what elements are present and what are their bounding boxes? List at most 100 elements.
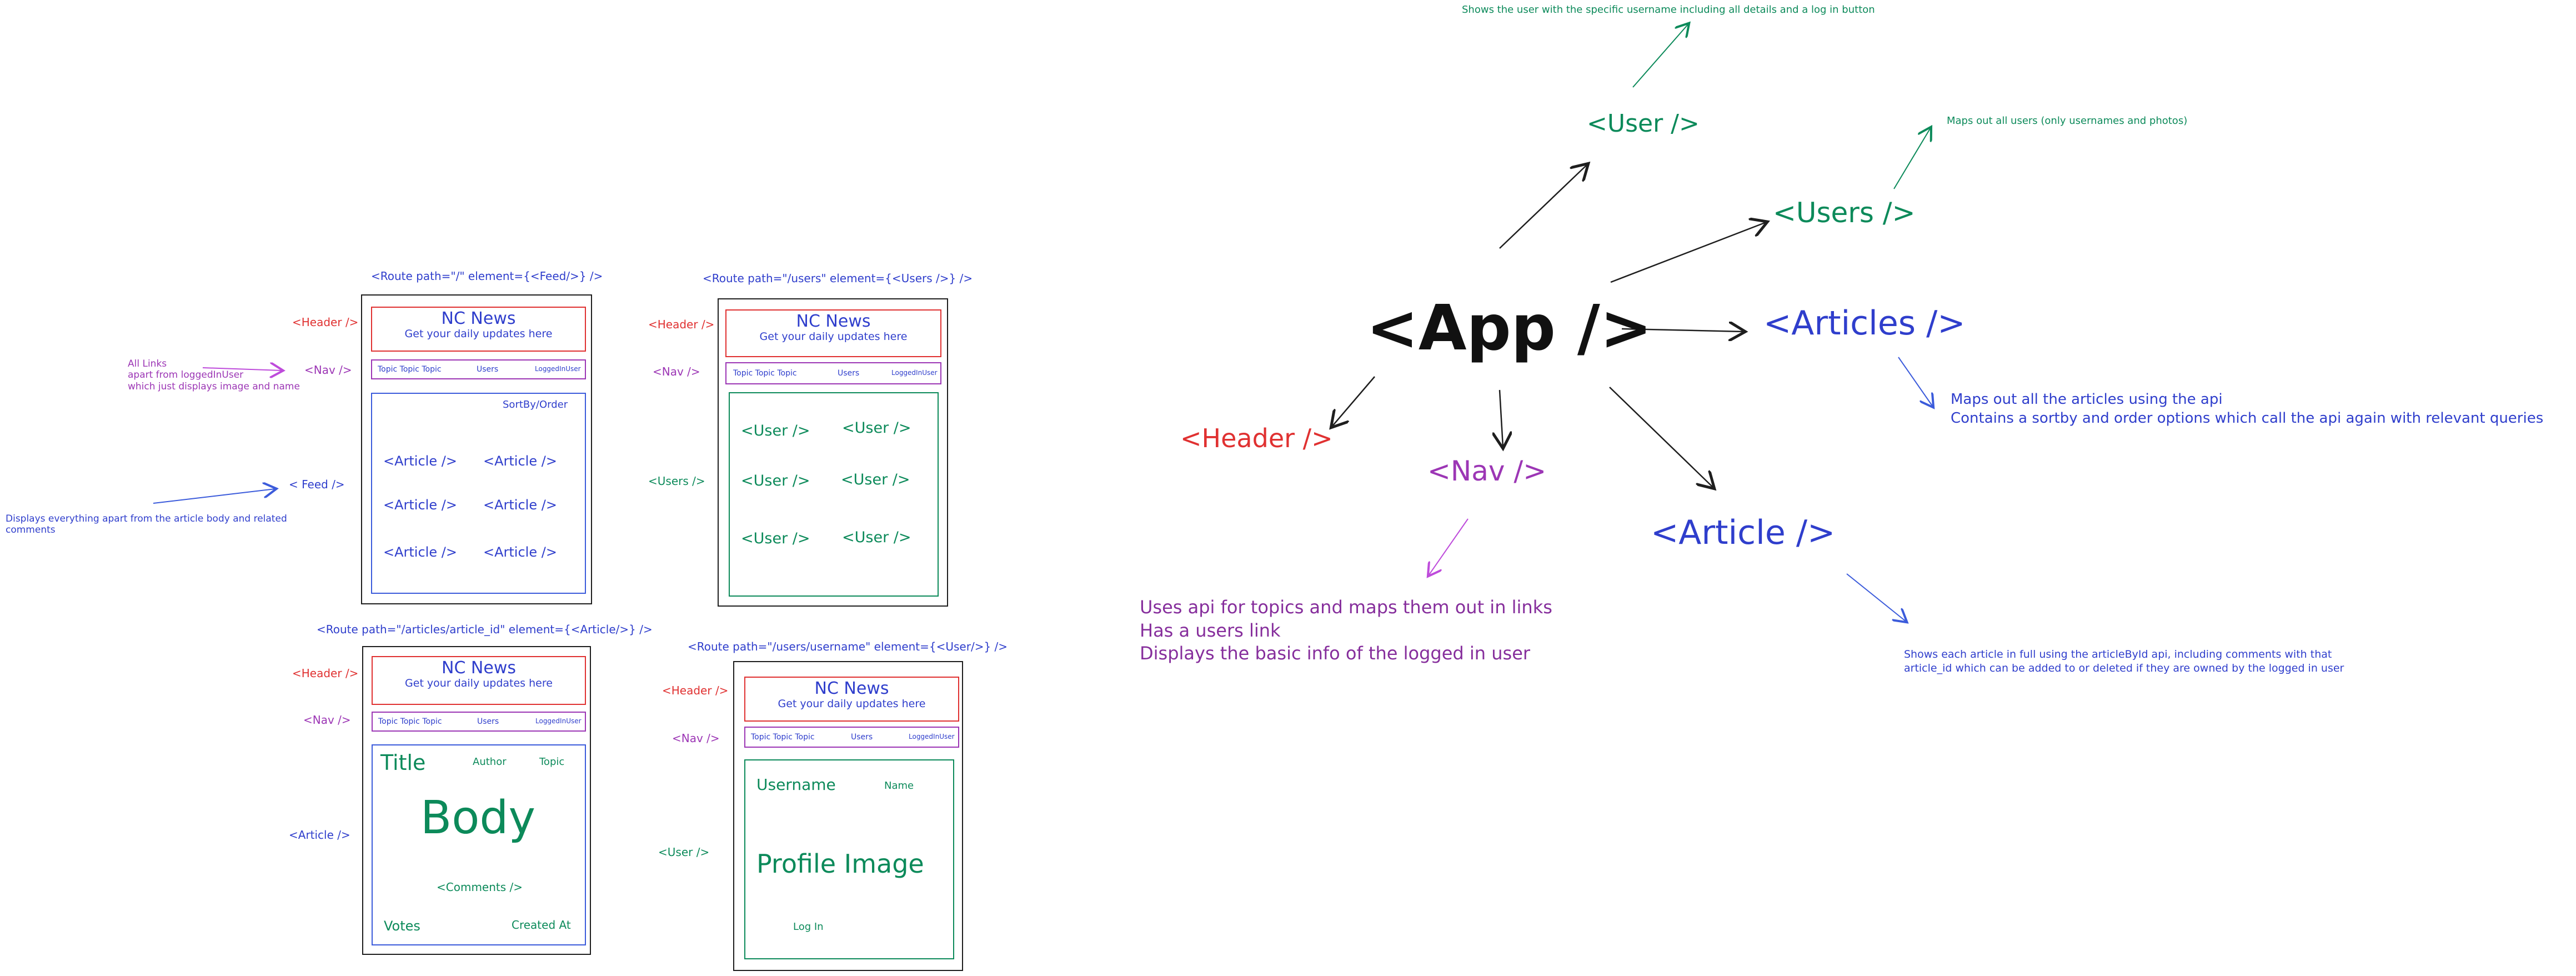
- users-header-box: NC News Get your daily updates here: [725, 309, 941, 357]
- user-user-label: <User />: [658, 845, 710, 859]
- arrow-app-header: [1332, 376, 1375, 427]
- feed-box: SortBy/Order <Article /> <Article /> <Ar…: [371, 393, 586, 594]
- article-card[interactable]: <Article />: [383, 544, 457, 560]
- nav-logged-user: LoggedInUser: [891, 369, 938, 377]
- article-nav-label: <Nav />: [303, 713, 351, 727]
- article-header-title: NC News: [442, 658, 516, 678]
- nav-users-link[interactable]: Users: [477, 365, 498, 374]
- feed-note: Displays everything apart from the artic…: [6, 513, 287, 536]
- login-button[interactable]: Log In: [793, 921, 824, 933]
- feed-header-label: <Header />: [292, 316, 359, 329]
- arrow-user-note: [1632, 24, 1688, 88]
- article-card[interactable]: <Article />: [483, 453, 557, 469]
- user-card[interactable]: <User />: [842, 419, 911, 437]
- route-article: <Route path="/articles/article_id" eleme…: [317, 623, 653, 636]
- article-box: Title Author Topic Body <Comments /> Vot…: [372, 744, 586, 945]
- route-user: <Route path="/users/username" element={<…: [688, 640, 1008, 653]
- users-header-sub: Get your daily updates here: [759, 331, 908, 343]
- arrow-feed-note: [153, 489, 275, 504]
- note-user: Shows the user with the specific usernam…: [1462, 4, 1875, 16]
- arrow-articles-note: [1898, 357, 1933, 407]
- article-body: Body: [420, 792, 536, 844]
- user-card[interactable]: <User />: [741, 472, 810, 489]
- user-card[interactable]: <User />: [741, 422, 810, 439]
- nav-users-link[interactable]: Users: [851, 733, 873, 742]
- feed-feed-label: < Feed />: [289, 478, 345, 491]
- user-username: Username: [756, 775, 836, 794]
- article-card[interactable]: <Article />: [383, 453, 457, 469]
- user-box: Username Name Profile Image Log In: [744, 759, 954, 959]
- article-header-box: NC News Get your daily updates here: [372, 656, 586, 705]
- user-nav-box: Topic Topic Topic Users LoggedInUser: [744, 727, 959, 748]
- feed-nav-box: Topic Topic Topic Users LoggedInUser: [371, 359, 586, 379]
- feed-header-title: NC News: [441, 309, 516, 328]
- article-card[interactable]: <Article />: [483, 497, 557, 513]
- tree-users: <Users />: [1773, 197, 1916, 229]
- article-created: Created At: [512, 918, 571, 932]
- tree-header: <Header />: [1180, 423, 1333, 453]
- tree-article: <Article />: [1651, 513, 1836, 552]
- nav-topics[interactable]: Topic Topic Topic: [378, 717, 442, 726]
- feed-nav-label: <Nav />: [304, 363, 352, 377]
- user-wireframe: NC News Get your daily updates here Topi…: [733, 661, 963, 971]
- article-topic: Topic: [539, 756, 565, 768]
- arrow-app-nav: [1500, 389, 1503, 447]
- nav-users-link[interactable]: Users: [477, 717, 499, 726]
- nav-topics[interactable]: Topic Topic Topic: [751, 733, 815, 742]
- arrow-app-users: [1610, 222, 1766, 283]
- feed-header-sub: Get your daily updates here: [404, 328, 553, 340]
- article-article-label: <Article />: [289, 828, 350, 842]
- user-header-sub: Get your daily updates here: [778, 698, 926, 710]
- nav-topics[interactable]: Topic Topic Topic: [733, 369, 797, 378]
- feed-wireframe: NC News Get your daily updates here Topi…: [361, 294, 592, 604]
- article-header-sub: Get your daily updates here: [405, 677, 553, 689]
- note-nav: Uses api for topics and maps them out in…: [1140, 597, 1552, 664]
- user-header-label: <Header />: [662, 684, 729, 697]
- tree-app: <App />: [1366, 292, 1652, 364]
- nav-logged-user: LoggedInUser: [535, 717, 582, 725]
- article-author: Author: [473, 756, 507, 768]
- nav-logged-user: LoggedInUser: [535, 365, 581, 373]
- user-card[interactable]: <User />: [741, 530, 810, 547]
- note-article: Shows each article in full using the art…: [1904, 648, 2344, 674]
- sort-order[interactable]: SortBy/Order: [503, 399, 568, 411]
- route-feed: <Route path="/" element={<Feed/>} />: [371, 269, 603, 283]
- user-header-box: NC News Get your daily updates here: [744, 677, 959, 722]
- arrow-article-note: [1846, 573, 1906, 622]
- arrow-app-user: [1499, 164, 1587, 249]
- user-name: Name: [884, 780, 914, 792]
- article-header-label: <Header />: [292, 667, 359, 680]
- user-card[interactable]: <User />: [842, 529, 911, 546]
- users-nav-box: Topic Topic Topic Users LoggedInUser: [725, 362, 941, 384]
- article-card[interactable]: <Article />: [483, 544, 557, 560]
- arrow-users-note: [1893, 128, 1931, 189]
- arrow-nav-note: [1429, 518, 1469, 575]
- users-box: <User /> <User /> <User /> <User /> <Use…: [729, 392, 939, 597]
- users-wireframe: NC News Get your daily updates here Topi…: [718, 298, 948, 607]
- article-title: Title: [380, 750, 426, 775]
- user-card[interactable]: <User />: [841, 471, 910, 488]
- users-header-title: NC News: [796, 312, 871, 331]
- comments-component[interactable]: <Comments />: [437, 881, 523, 894]
- user-profile-image: Profile Image: [756, 849, 924, 879]
- users-header-label: <Header />: [648, 318, 715, 331]
- article-nav-box: Topic Topic Topic Users LoggedInUser: [372, 712, 586, 732]
- tree-nav: <Nav />: [1427, 455, 1547, 487]
- article-votes[interactable]: Votes: [384, 918, 420, 934]
- feed-header-box: NC News Get your daily updates here: [371, 307, 586, 352]
- note-articles: Maps out all the articles using the api …: [1951, 391, 2544, 427]
- users-nav-label: <Nav />: [653, 365, 700, 378]
- nav-users-link[interactable]: Users: [838, 369, 859, 378]
- article-wireframe: NC News Get your daily updates here Topi…: [362, 646, 591, 955]
- arrow-app-article: [1609, 387, 1713, 488]
- nav-logged-user: LoggedInUser: [909, 733, 955, 740]
- route-users: <Route path="/users" element={<Users />}…: [703, 272, 973, 285]
- users-users-label: <Users />: [648, 474, 705, 488]
- nav-topics[interactable]: Topic Topic Topic: [378, 365, 442, 374]
- user-header-title: NC News: [814, 679, 889, 698]
- links-note: All Links apart from loggedInUser which …: [128, 358, 300, 392]
- note-users: Maps out all users (only usernames and p…: [1947, 115, 2188, 127]
- tree-user: <User />: [1587, 109, 1700, 138]
- article-card[interactable]: <Article />: [383, 497, 457, 513]
- user-nav-label: <Nav />: [672, 732, 720, 745]
